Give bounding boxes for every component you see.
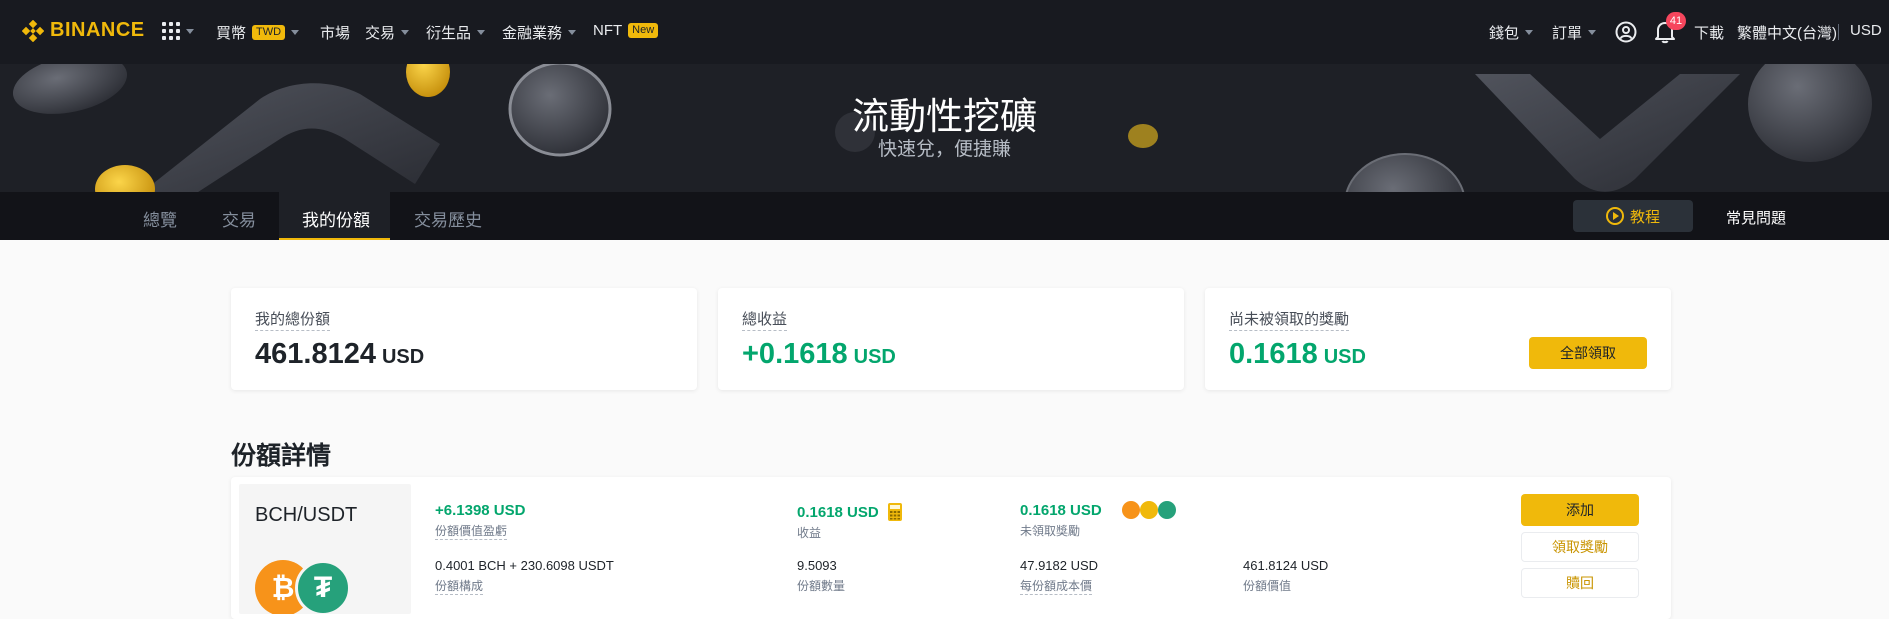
- nav-orders[interactable]: 訂單: [1552, 22, 1597, 43]
- position-card: BCH/USDT ₿ ₮ +6.1398 USD 份額價值盈虧 0.1618 U…: [231, 477, 1671, 619]
- user-profile-icon[interactable]: [1615, 21, 1637, 43]
- apps-grid-icon[interactable]: [162, 22, 180, 40]
- nav-markets[interactable]: 市場: [320, 22, 350, 43]
- nav-orders-label: 訂單: [1552, 25, 1583, 42]
- total-earnings-card: 總收益 +0.1618 USD: [718, 288, 1184, 390]
- shares-label: 份額數量: [797, 579, 846, 593]
- total-share-amount: 461.8124: [255, 338, 376, 370]
- nav-derivatives-label: 衍生品: [426, 25, 472, 42]
- chevron-down-icon: [568, 30, 577, 35]
- language-label: 繁體中文(台灣): [1737, 25, 1837, 42]
- pair-panel: BCH/USDT ₿ ₮: [239, 484, 411, 614]
- calculator-icon[interactable]: [888, 503, 902, 521]
- section-title: 份額詳情: [231, 442, 332, 470]
- pair-name: BCH/USDT: [255, 504, 358, 526]
- total-earnings-unit: USD: [853, 346, 896, 368]
- cost-per-share-label: 每份額成本價: [1020, 579, 1093, 595]
- currency-selector[interactable]: USD: [1850, 22, 1882, 39]
- tab-overview[interactable]: 總覽: [143, 206, 177, 231]
- earnings-label: 收益: [797, 526, 822, 540]
- unclaimed-rewards-card: 尚未被領取的獎勵 0.1618 USD 全部領取: [1205, 288, 1671, 390]
- page-title: 流動性挖礦: [852, 96, 1037, 137]
- unclaimed-label: 未領取獎勵: [1020, 524, 1081, 538]
- chevron-down-icon: [1525, 30, 1534, 35]
- unclaimed-rewards-value: 0.1618 USD: [1229, 338, 1366, 371]
- chevron-down-icon: [291, 30, 300, 35]
- language-selector[interactable]: 繁體中文(台灣): [1737, 22, 1837, 43]
- btc-small-icon: [1122, 501, 1140, 519]
- add-liquidity-button[interactable]: 添加: [1521, 494, 1639, 526]
- tab-trade[interactable]: 交易: [222, 206, 256, 231]
- brand-name: BINANCE: [50, 19, 145, 41]
- unclaimed-value: 0.1618 USD: [1020, 502, 1102, 519]
- total-earnings-amount: +0.1618: [742, 338, 848, 370]
- usdt-small-icon: [1158, 501, 1176, 519]
- nav-trade-label: 交易: [365, 25, 396, 42]
- page-subtitle: 快速兌，便捷賺: [877, 139, 1011, 160]
- nav-download[interactable]: 下載: [1694, 22, 1724, 43]
- nav-buy-crypto[interactable]: 買幣 TWD: [216, 22, 300, 43]
- nav-wallet[interactable]: 錢包: [1489, 22, 1534, 43]
- top-navbar: BINANCE 買幣 TWD 市場 交易 衍生品 金融業務 NFT New 錢包…: [0, 0, 1889, 64]
- total-earnings-label: 總收益: [742, 308, 788, 331]
- chevron-down-icon: [401, 30, 410, 35]
- value-pnl: +6.1398 USD: [435, 502, 526, 519]
- nav-buy-crypto-label: 買幣: [216, 25, 247, 42]
- composition-label: 份額構成: [435, 579, 484, 595]
- chevron-down-icon: [477, 30, 486, 35]
- usdt-coin-icon: ₮: [295, 560, 351, 614]
- claim-all-button[interactable]: 全部領取: [1529, 337, 1647, 369]
- nav-nft-label: NFT: [593, 22, 623, 39]
- tab-my-shares[interactable]: 我的份額: [302, 206, 370, 231]
- unclaimed-rewards-unit: USD: [1323, 346, 1366, 368]
- nav-divider: [1838, 24, 1839, 40]
- tutorial-label: 教程: [1629, 208, 1660, 226]
- nav-trade[interactable]: 交易: [365, 22, 410, 43]
- tab-history[interactable]: 交易歷史: [414, 206, 482, 231]
- tutorial-button[interactable]: 教程: [1573, 200, 1693, 232]
- nav-wallet-label: 錢包: [1489, 25, 1520, 42]
- nav-download-label: 下載: [1694, 25, 1725, 42]
- redeem-button[interactable]: 贖回: [1521, 568, 1639, 598]
- earnings-value: 0.1618 USD: [797, 504, 879, 521]
- unclaimed-rewards-amount: 0.1618: [1229, 338, 1318, 370]
- total-earnings-value: +0.1618 USD: [742, 338, 896, 371]
- nav-derivatives[interactable]: 衍生品: [426, 22, 486, 43]
- chevron-down-icon: [186, 29, 194, 34]
- share-value-label: 份額價值: [1243, 579, 1292, 593]
- unclaimed-rewards-label: 尚未被領取的獎勵: [1229, 308, 1350, 331]
- notification-count-badge: 41: [1666, 12, 1686, 30]
- nav-nft[interactable]: NFT New: [593, 22, 659, 39]
- currency-tag: TWD: [252, 25, 286, 40]
- total-share-value: 461.8124 USD: [255, 338, 424, 371]
- binance-logo[interactable]: BINANCE: [22, 19, 145, 42]
- chevron-down-icon: [1588, 30, 1597, 35]
- currency-label: USD: [1850, 22, 1882, 39]
- cost-per-share-value: 47.9182 USD: [1020, 558, 1099, 573]
- value-pnl-label: 份額價值盈虧: [435, 524, 508, 540]
- nav-markets-label: 市場: [320, 25, 351, 42]
- nav-finance[interactable]: 金融業務: [502, 22, 577, 43]
- faq-link[interactable]: 常見問題: [1726, 207, 1786, 228]
- total-share-label: 我的總份額: [255, 308, 331, 331]
- total-share-unit: USD: [381, 346, 425, 368]
- claim-rewards-button[interactable]: 領取獎勵: [1521, 532, 1639, 562]
- total-share-card: 我的總份額 461.8124 USD: [231, 288, 697, 390]
- composition-value: 0.4001 BCH + 230.6098 USDT: [435, 558, 614, 573]
- shares-value: 9.5093: [797, 558, 837, 573]
- nav-finance-label: 金融業務: [502, 25, 563, 42]
- binance-logo-icon: [22, 19, 44, 42]
- new-tag: New: [628, 23, 659, 38]
- bnb-small-icon: [1140, 501, 1158, 519]
- hero-banner: 流動性挖礦 快速兌，便捷賺: [0, 64, 1889, 192]
- play-icon: [1605, 207, 1624, 225]
- share-value-value: 461.8124 USD: [1243, 558, 1329, 573]
